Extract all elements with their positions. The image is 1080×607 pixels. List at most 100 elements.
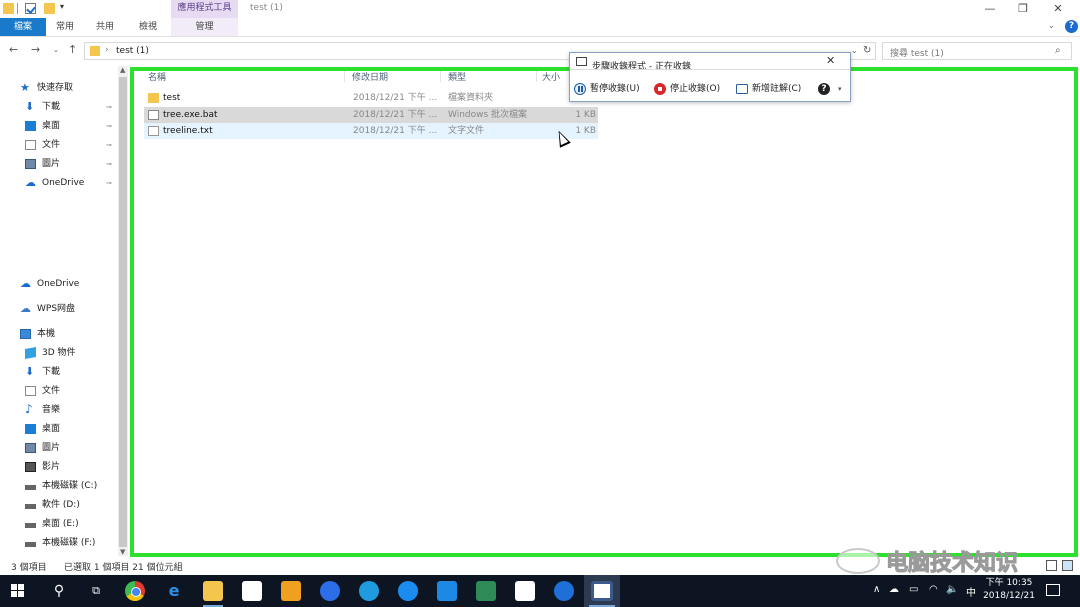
sidebar-item-label: 本機 [37,329,56,339]
drive-icon [25,523,36,528]
window-title: test (1) [250,3,283,13]
recorder-close-icon[interactable]: ✕ [826,54,835,67]
tab-home[interactable]: 常用 [50,18,80,36]
recorder-app-icon [576,57,587,66]
search-icon[interactable]: ⌕ [1055,45,1061,56]
drive-icon [25,504,36,509]
new-folder-icon[interactable] [44,3,55,14]
folder-icon [3,3,14,14]
folder-icon [90,46,100,56]
close-button[interactable]: ✕ [1043,1,1073,17]
clock-time: 下午 10:35 [985,578,1033,588]
pictures-icon [25,443,36,453]
address-dropdown-icon[interactable]: ⌄ [851,46,858,55]
minimize-button[interactable]: — [975,1,1005,17]
breadcrumb-chevron-icon[interactable]: › [105,45,109,55]
clock-date: 2018/12/21 [983,591,1035,601]
forward-arrow-icon[interactable]: → [31,43,40,56]
k-app-icon[interactable] [359,581,379,601]
recorder-title-bar[interactable]: 步驟收錄程式 - 正在收錄 ✕ [570,53,850,70]
tab-view[interactable]: 檢視 [133,18,163,36]
sidebar-item-label: 軟件 (D:) [42,500,80,510]
system-clock[interactable]: 下午 10:35 2018/12/21 [980,577,1038,603]
sidebar-item-label: 文件 [42,140,61,150]
search-input[interactable]: 搜尋 test (1) ⌕ [882,42,1072,60]
edge-icon[interactable]: e [164,581,184,601]
search-placeholder: 搜尋 test (1) [890,49,944,59]
s-app-icon[interactable] [554,581,574,601]
tab-share[interactable]: 共用 [90,18,120,36]
baidu-netdisk-icon[interactable] [320,581,340,601]
add-comment-label: 新增註解(C) [752,84,802,94]
pin-icon: ⊸ [106,103,112,111]
help-icon[interactable]: ? [1065,20,1078,33]
onedrive-tray-icon[interactable]: ☁ [889,584,899,595]
recorder-help-button[interactable]: ? ▾ [818,82,848,96]
up-arrow-icon[interactable]: ↑ [68,43,77,56]
stop-recording-button[interactable]: 停止收錄(O) [654,82,728,96]
store-icon[interactable] [242,581,262,601]
address-row: ← → ⌄ ↑ › test (1) ⌄ ↻ 搜尋 test (1) ⌕ [0,40,1080,62]
watermark: 电脑技术知识 [836,545,1076,577]
add-comment-button[interactable]: 新增註解(C) [736,82,810,96]
task-view-icon[interactable]: ⧉ [86,581,106,601]
file-explorer-icon[interactable] [203,581,223,601]
item-count: 3 個項目 [11,563,47,573]
share-app-icon[interactable] [437,581,457,601]
sidebar-item-label: 影片 [42,462,61,472]
sidebar-item-label: 快速存取 [37,83,74,93]
this-pc-icon [20,329,31,339]
battery-icon[interactable]: ▭ [909,584,918,595]
videos-icon [25,462,36,472]
tab-manage[interactable]: 管理 [171,18,238,36]
tab-file[interactable]: 檔案 [0,18,46,36]
sidebar-item-label: 桌面 [42,424,61,434]
download-icon: ⬇ [25,100,35,113]
refresh-icon[interactable]: ↻ [863,45,871,56]
input-method-indicator[interactable]: 中 [966,584,976,599]
search-icon[interactable]: ⚲ [49,581,69,601]
scrollbar-thumb[interactable] [119,77,127,547]
app-tools-context-label: 應用程式工具 [171,0,238,18]
volume-icon[interactable]: 🔈 [946,584,958,595]
scroll-down-icon[interactable]: ▼ [120,548,125,556]
navigation-scrollbar[interactable]: ▲ ▼ [118,66,128,556]
show-hidden-icons[interactable]: ∧ [873,584,880,595]
sidebar-item-label: OneDrive [42,178,85,188]
quick-access-dropdown-icon[interactable]: ▾ [60,2,64,11]
help-dropdown-icon[interactable]: ▾ [838,82,842,96]
steps-recorder-taskbar-icon[interactable] [591,581,613,601]
mail-icon[interactable] [515,581,535,601]
document-icon [25,140,36,150]
action-center-icon[interactable] [1046,584,1060,596]
properties-check-icon[interactable] [25,3,36,14]
pause-recording-label: 暫停收錄(U) [590,84,640,94]
steps-recorder-toolbar: 步驟收錄程式 - 正在收錄 ✕ 暫停收錄(U) 停止收錄(O) 新增註解(C) … [569,52,851,102]
title-bar: ▾ 應用程式工具 test (1) — ❐ ✕ [0,0,1080,18]
recent-locations-icon[interactable]: ⌄ [53,46,59,54]
pause-icon [574,83,586,95]
stop-icon [654,83,666,95]
wifi-icon[interactable]: ◠ [929,584,938,595]
windows-start-icon[interactable] [11,584,25,598]
pause-recording-button[interactable]: 暫停收錄(U) [574,82,646,96]
sidebar-item-label: 下載 [42,102,61,112]
back-arrow-icon[interactable]: ← [9,43,18,56]
watermark-text: 电脑技术知识 [885,551,1019,577]
scroll-up-icon[interactable]: ▲ [120,66,125,74]
maximize-button[interactable]: ❐ [1008,1,1038,17]
pictures-icon [25,159,36,169]
expand-ribbon-icon[interactable]: ⌄ [1048,21,1055,30]
chrome-icon[interactable] [125,581,145,601]
sidebar-item-label: 桌面 [42,121,61,131]
3d-objects-icon [25,347,36,359]
qq-browser-icon[interactable] [398,581,418,601]
pin-icon: ⊸ [106,160,112,168]
stop-recording-label: 停止收錄(O) [670,84,721,94]
media-player-icon[interactable] [281,581,301,601]
selection-info: 已選取 1 個項目 21 個位元組 [64,563,183,573]
video-player-icon[interactable] [476,581,496,601]
help-icon: ? [818,83,830,95]
breadcrumb-path[interactable]: test (1) [116,46,149,56]
document-icon [25,386,36,396]
